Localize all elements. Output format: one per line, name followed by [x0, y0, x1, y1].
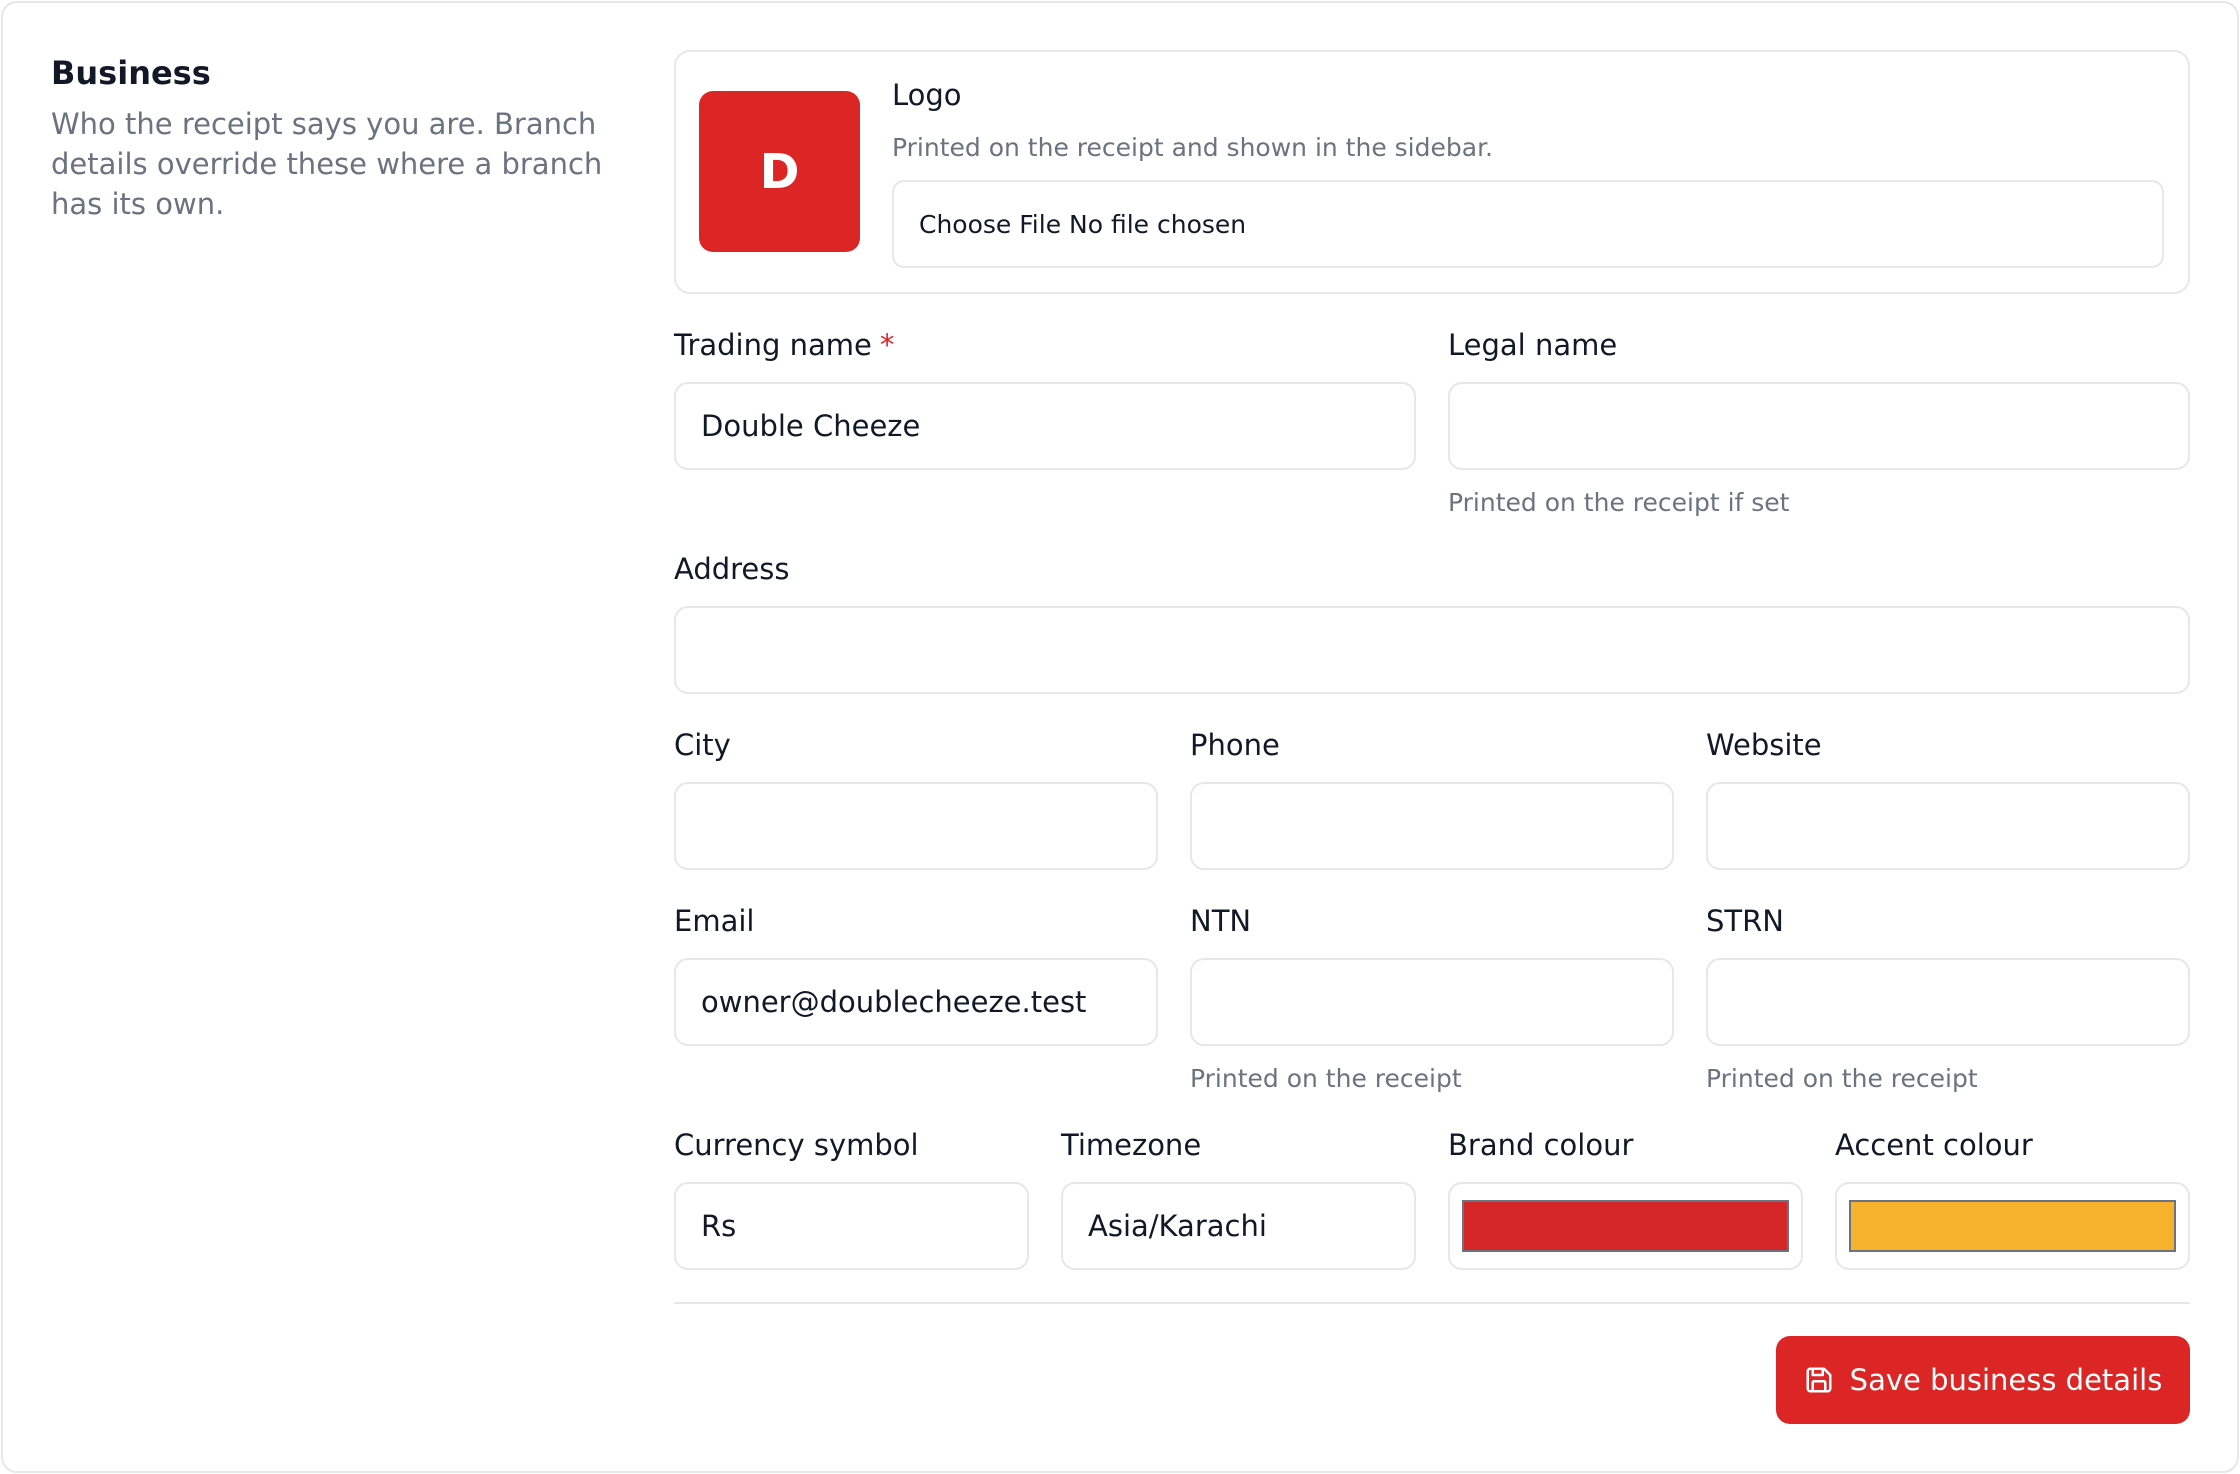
- brand-colour-label: Brand colour: [1448, 1128, 1634, 1162]
- strn-label: STRN: [1706, 904, 1784, 938]
- ntn-label: NTN: [1190, 904, 1252, 938]
- logo-file-input[interactable]: Choose File No file chosen: [892, 180, 2164, 268]
- timezone-input[interactable]: Asia/Karachi: [1061, 1182, 1416, 1270]
- address-label: Address: [674, 552, 790, 586]
- currency-symbol-label: Currency symbol: [674, 1128, 919, 1162]
- brand-colour-swatch: [1462, 1200, 1789, 1252]
- email-input[interactable]: owner@doublecheeze.test: [674, 958, 1158, 1046]
- city-label: City: [674, 728, 731, 762]
- accent-colour-label: Accent colour: [1835, 1128, 2033, 1162]
- phone-input[interactable]: [1190, 782, 1674, 870]
- legal-name-input[interactable]: [1448, 382, 2190, 470]
- save-business-details-button[interactable]: Save business details: [1776, 1336, 2190, 1424]
- save-button-label: Save business details: [1849, 1363, 2163, 1397]
- city-input[interactable]: [674, 782, 1158, 870]
- logo-label: Logo: [892, 78, 962, 112]
- brand-colour-picker[interactable]: [1448, 1182, 1803, 1270]
- trading-name-label-text: Trading name: [674, 328, 872, 362]
- trading-name-label: Trading name *: [674, 328, 894, 362]
- ntn-hint: Printed on the receipt: [1190, 1064, 1462, 1093]
- section-title: Business: [51, 54, 211, 92]
- floppy-disk-icon: [1804, 1365, 1834, 1395]
- website-label: Website: [1706, 728, 1822, 762]
- phone-label: Phone: [1190, 728, 1280, 762]
- accent-colour-picker[interactable]: [1835, 1182, 2190, 1270]
- logo-preview-avatar: D: [699, 91, 860, 252]
- strn-hint: Printed on the receipt: [1706, 1064, 1978, 1093]
- accent-colour-swatch: [1849, 1200, 2176, 1252]
- form-divider: [674, 1302, 2190, 1304]
- trading-name-input[interactable]: Double Cheeze: [674, 382, 1416, 470]
- ntn-input[interactable]: [1190, 958, 1674, 1046]
- required-marker: *: [879, 328, 895, 362]
- currency-symbol-input[interactable]: Rs: [674, 1182, 1029, 1270]
- timezone-label: Timezone: [1061, 1128, 1202, 1162]
- strn-input[interactable]: [1706, 958, 2190, 1046]
- section-description: Who the receipt says you are. Branch det…: [51, 107, 603, 221]
- legal-name-hint: Printed on the receipt if set: [1448, 488, 1790, 517]
- website-input[interactable]: [1706, 782, 2190, 870]
- legal-name-label: Legal name: [1448, 328, 1618, 362]
- email-label: Email: [674, 904, 755, 938]
- address-input[interactable]: [674, 606, 2190, 694]
- logo-hint: Printed on the receipt and shown in the …: [892, 133, 1494, 162]
